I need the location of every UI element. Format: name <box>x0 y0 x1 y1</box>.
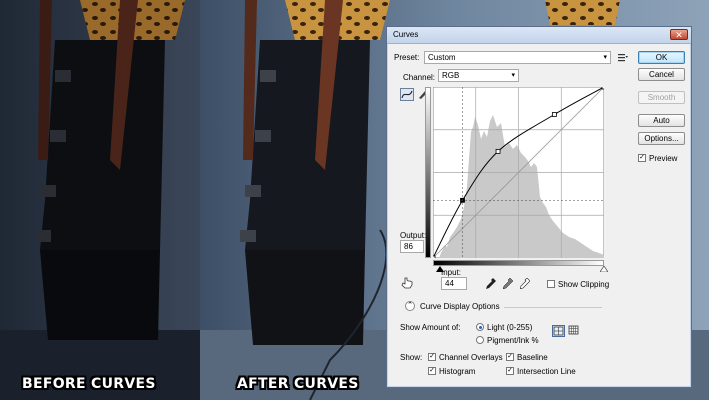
show-amount-label: Show Amount of: <box>400 323 461 332</box>
curves-chart <box>430 84 607 261</box>
preview-label: Preview <box>649 154 678 163</box>
input-gradient-bar <box>433 260 604 266</box>
before-photo <box>0 0 200 400</box>
curves-dialog: Curves ✕ Preset: Custom ▾ Channel: RGB ▾ <box>386 26 692 388</box>
baseline-checkbox[interactable]: ✓ <box>506 353 514 361</box>
title-bar[interactable]: Curves ✕ <box>387 27 691 44</box>
simple-grid-button[interactable] <box>552 325 565 337</box>
collapse-chevron-icon: ⌃ <box>407 302 413 309</box>
check-icon: ✓ <box>507 367 513 374</box>
preset-value: Custom <box>428 53 456 62</box>
curve-control-point[interactable] <box>430 255 436 261</box>
smooth-button[interactable]: Smooth <box>638 91 685 104</box>
pigment-label: Pigment/Ink % <box>487 336 539 345</box>
preview-checkbox[interactable]: ✓ <box>638 154 646 162</box>
output-field[interactable]: 86 <box>400 240 424 253</box>
ok-button[interactable]: OK <box>638 51 685 64</box>
divider <box>504 307 602 308</box>
light-label: Light (0-255) <box>487 323 533 332</box>
check-icon: ✓ <box>639 154 645 161</box>
dialog-title: Curves <box>393 30 419 39</box>
targeted-adjustment-icon[interactable] <box>401 277 413 289</box>
before-caption: BEFORE CURVES <box>22 376 156 392</box>
check-icon: ✓ <box>429 367 435 374</box>
close-icon: ✕ <box>675 30 683 40</box>
options-button[interactable]: Options... <box>638 132 685 145</box>
input-field[interactable]: 44 <box>441 277 467 290</box>
preset-label: Preset: <box>394 53 420 62</box>
curve-options-toggle[interactable]: ⌃ <box>405 301 415 311</box>
close-button[interactable]: ✕ <box>670 29 688 40</box>
show-clipping-checkbox[interactable] <box>547 280 555 288</box>
curve-tool-icon <box>401 90 413 99</box>
intersection-line-label: Intersection Line <box>517 367 576 376</box>
show-clipping-label: Show Clipping <box>558 280 610 289</box>
pigment-radio[interactable] <box>476 336 484 344</box>
input-label: Input: <box>441 268 462 277</box>
chevron-down-icon: ▾ <box>511 72 515 79</box>
histogram-checkbox[interactable]: ✓ <box>428 367 436 375</box>
curve-control-point[interactable] <box>495 148 501 154</box>
grid-4x4-icon <box>553 326 564 336</box>
white-point-slider[interactable] <box>600 266 608 272</box>
channel-overlays-label: Channel Overlays <box>439 353 503 362</box>
channel-select[interactable]: RGB ▾ <box>438 69 519 82</box>
histogram-label: Histogram <box>439 367 476 376</box>
curve-edit-tool[interactable] <box>400 88 414 101</box>
chevron-down-icon: ▾ <box>603 54 607 61</box>
preset-select[interactable]: Custom ▾ <box>424 51 611 64</box>
show-label: Show: <box>400 353 423 362</box>
curves-graph[interactable] <box>430 84 607 261</box>
grid-10x10-icon <box>568 325 579 335</box>
baseline-label: Baseline <box>517 353 548 362</box>
curve-display-options-label: Curve Display Options <box>420 302 500 311</box>
curve-control-point[interactable] <box>551 112 557 117</box>
output-label: Output: <box>400 231 427 240</box>
channel-overlays-checkbox[interactable]: ✓ <box>428 353 436 361</box>
preset-options-icon[interactable] <box>618 53 628 62</box>
channel-value: RGB <box>442 71 460 80</box>
check-icon: ✓ <box>429 353 435 360</box>
white-eyedropper-icon[interactable] <box>520 278 530 289</box>
curve-control-point[interactable] <box>601 84 607 90</box>
auto-button[interactable]: Auto <box>638 114 685 127</box>
cancel-button[interactable]: Cancel <box>638 68 685 81</box>
intersection-line-checkbox[interactable]: ✓ <box>506 367 514 375</box>
black-eyedropper-icon[interactable] <box>486 278 496 289</box>
check-icon: ✓ <box>507 353 513 360</box>
gray-eyedropper-icon[interactable] <box>503 278 513 289</box>
after-caption: AFTER CURVES <box>237 376 359 392</box>
channel-label: Channel: <box>403 73 436 82</box>
detailed-grid-button[interactable] <box>568 325 581 337</box>
light-radio[interactable] <box>476 323 484 331</box>
